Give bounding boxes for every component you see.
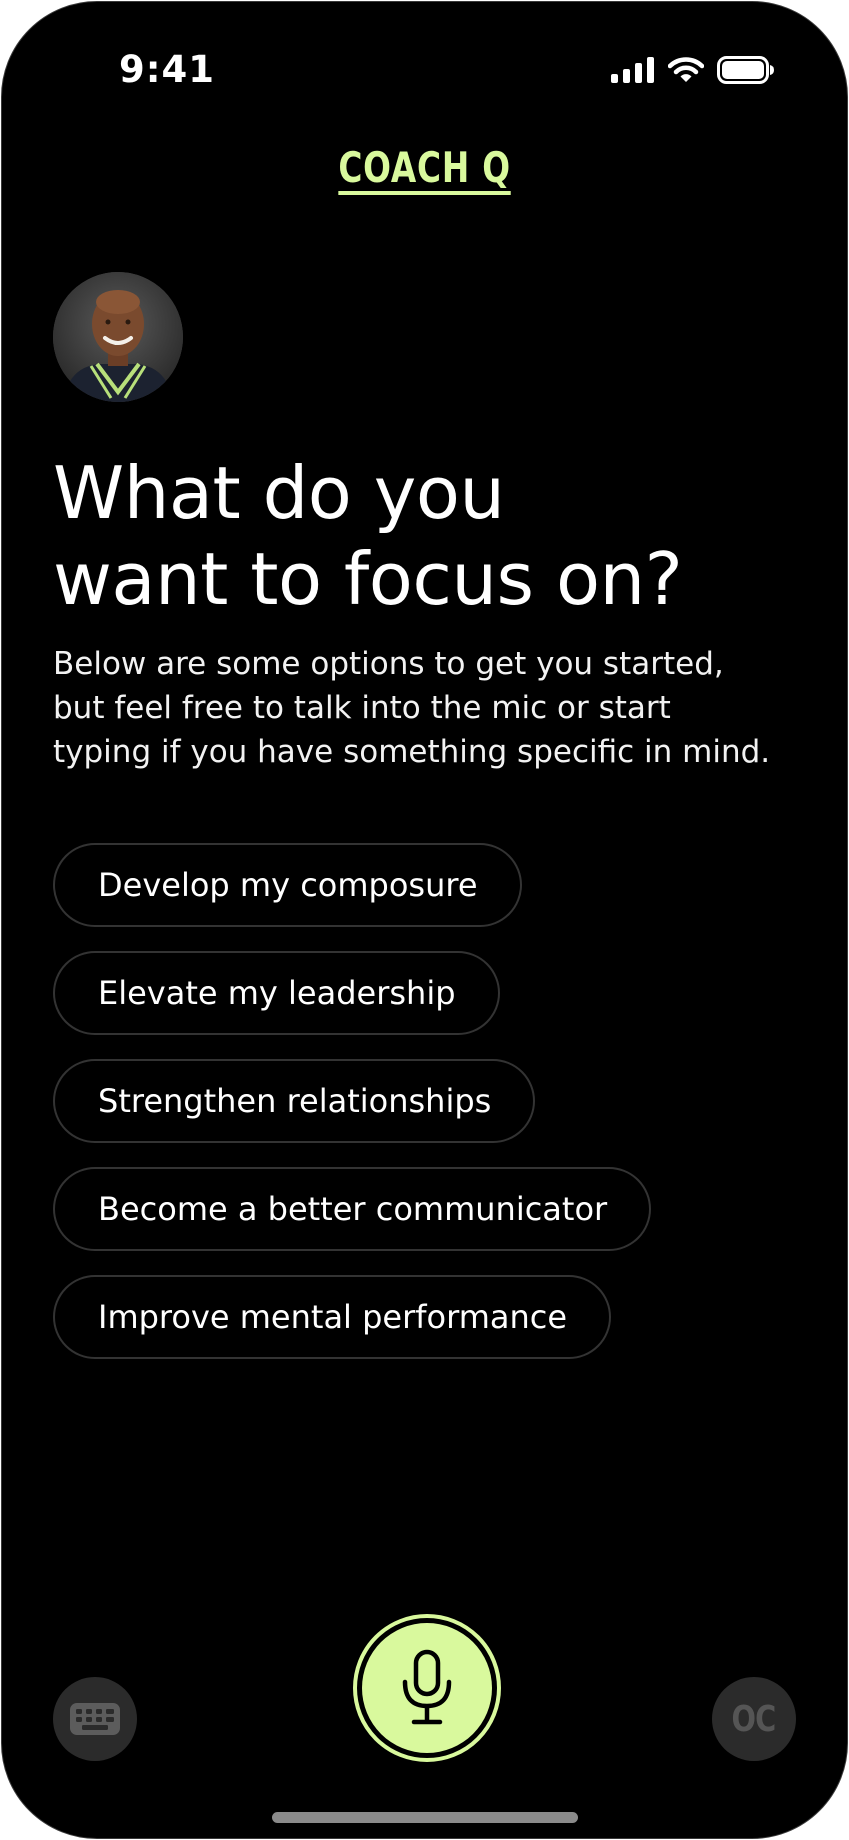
microphone-button-fill [362,1623,492,1753]
cellular-signal-icon [611,57,654,83]
oc-button[interactable]: OC [712,1677,796,1761]
microphone-button[interactable] [353,1614,501,1762]
option-mental-performance[interactable]: Improve mental performance [53,1275,612,1359]
microphone-icon [402,1649,452,1725]
brand-title: COACH Q [2,147,847,195]
keyboard-button[interactable] [53,1677,137,1761]
option-develop-composure[interactable]: Develop my composure [53,843,522,927]
keyboard-icon [70,1703,120,1735]
brand-logo-text: COACH Q [338,147,511,195]
battery-icon [717,56,774,84]
focus-options: Develop my composure Elevate my leadersh… [53,843,652,1359]
coach-avatar [53,272,183,402]
phone-screen: 9:41 COACH Q What do you want to focus o… [1,1,848,1839]
coach-portrait [53,272,183,402]
option-better-communicator[interactable]: Become a better communicator [53,1167,652,1251]
page-subtitle: Below are some options to get you starte… [53,646,771,770]
status-icons [611,56,775,84]
page-title: What do you want to focus on? [53,451,683,621]
option-elevate-leadership[interactable]: Elevate my leadership [53,951,500,1035]
status-time: 9:41 [119,48,216,91]
option-strengthen-relationships[interactable]: Strengthen relationships [53,1059,536,1143]
oc-label: OC [731,1698,777,1740]
home-indicator[interactable] [272,1812,578,1823]
wifi-icon [668,57,704,82]
